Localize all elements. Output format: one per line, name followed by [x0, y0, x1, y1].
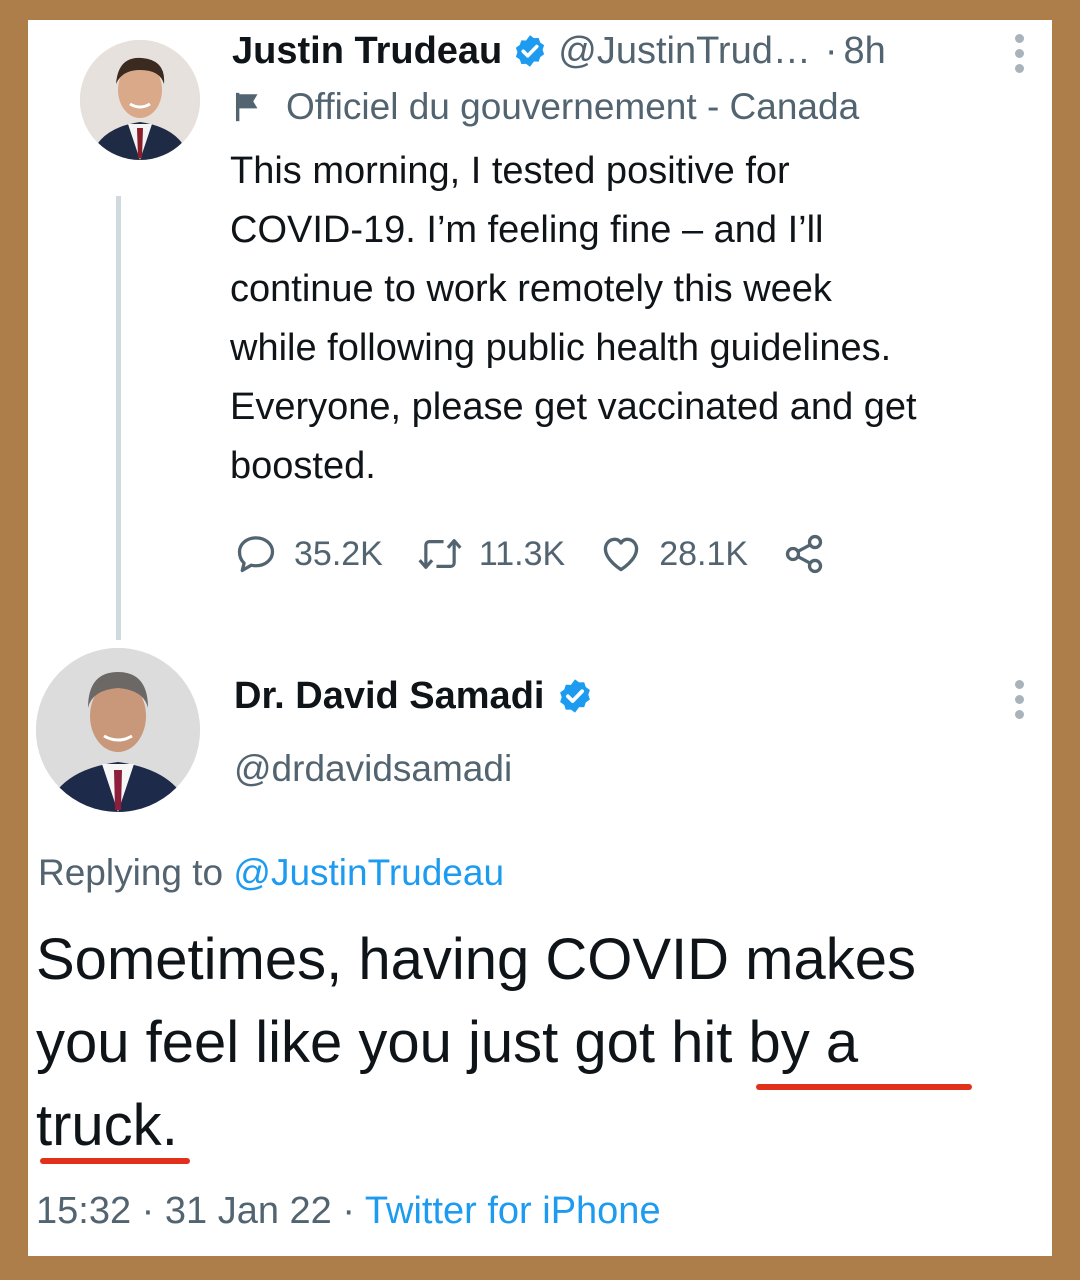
- more-options-icon[interactable]: [1012, 680, 1026, 719]
- government-label-row: Officiel du gouvernement - Canada: [232, 82, 859, 132]
- heart-icon: [599, 532, 643, 576]
- government-label: Officiel du gouvernement - Canada: [286, 86, 860, 127]
- highlighted-phrase-hit-by-a: hit by a: [671, 1010, 859, 1075]
- retweet-count: 11.3K: [478, 534, 566, 573]
- avatar-portrait-icon: [80, 40, 200, 160]
- reply-tweet-text: Sometimes, having COVID makes you feel l…: [36, 918, 1046, 1167]
- tweet-text-line: This morning, I tested positive for: [230, 150, 790, 192]
- reply-icon: [234, 532, 278, 576]
- like-button[interactable]: 28.1K: [599, 532, 748, 576]
- like-count: 28.1K: [659, 534, 749, 573]
- tweet-footer: 15:32 · 31 Jan 22 · Twitter for iPhone: [36, 1186, 661, 1236]
- verified-badge-icon: [556, 677, 594, 715]
- replying-to-handle-link[interactable]: @JustinTrudeau: [233, 852, 504, 893]
- red-underline-truck: [40, 1158, 190, 1164]
- tweet-text-line: COVID-19. I’m feeling fine – and I’ll: [230, 209, 824, 251]
- original-tweet-text: This morning, I tested positive for COVI…: [230, 142, 1050, 496]
- retweet-icon: [417, 532, 463, 576]
- share-icon: [782, 532, 826, 576]
- thread-line: [116, 196, 121, 640]
- more-options-icon[interactable]: [1012, 34, 1026, 73]
- flag-icon: [232, 90, 266, 124]
- avatar-justin-trudeau[interactable]: [80, 40, 200, 160]
- tweet-timestamp[interactable]: 15:32: [36, 1190, 131, 1232]
- tweet-text-line: boosted.: [230, 445, 376, 487]
- author-handle[interactable]: @JustinTrud…: [558, 30, 811, 73]
- original-tweet-header: Justin Trudeau @JustinTrud… · 8h: [232, 26, 886, 76]
- reply-author-name[interactable]: Dr. David Samadi: [234, 675, 544, 718]
- reply-count: 35.2K: [294, 534, 383, 573]
- replying-to-label: Replying to: [38, 852, 224, 893]
- avatar-david-samadi[interactable]: [36, 648, 200, 812]
- retweet-button[interactable]: 11.3K: [417, 532, 565, 576]
- tweet-text-line: Everyone, please get vaccinated and get: [230, 386, 917, 428]
- reply-text-line: you feel like you just got hit by a: [36, 1001, 1046, 1084]
- reply-text-period: .: [161, 1093, 178, 1158]
- tweet-text-line: while following public health guidelines…: [230, 327, 892, 369]
- reply-author-handle[interactable]: @drdavidsamadi: [234, 744, 512, 794]
- reply-text-segment: you feel like you just got: [36, 1010, 672, 1075]
- highlighted-word-truck: truck: [36, 1093, 162, 1158]
- avatar-portrait-icon: [36, 648, 200, 812]
- tweet-source-link[interactable]: Twitter for iPhone: [365, 1190, 661, 1232]
- reply-button[interactable]: 35.2K: [234, 532, 383, 576]
- author-name[interactable]: Justin Trudeau: [232, 30, 502, 73]
- footer-separator: ·: [141, 1190, 155, 1232]
- reply-text-line: Sometimes, having COVID makes: [36, 927, 916, 992]
- footer-separator: ·: [342, 1190, 356, 1232]
- tweet-text-line: continue to work remotely this week: [230, 268, 832, 310]
- verified-badge-icon: [512, 33, 548, 69]
- action-bar: 35.2K 11.3K 28.1K: [234, 528, 826, 580]
- share-button[interactable]: [782, 532, 826, 576]
- reply-text-line: truck.: [36, 1084, 1046, 1167]
- tweet-time[interactable]: 8h: [844, 30, 886, 73]
- red-underline-hit-by-a: [756, 1084, 972, 1090]
- tweet-card: Justin Trudeau @JustinTrud… · 8h Officie…: [28, 20, 1052, 1256]
- reply-tweet-header: Dr. David Samadi: [234, 668, 594, 724]
- tweet-date[interactable]: 31 Jan 22: [165, 1190, 332, 1232]
- replying-to-row: Replying to @JustinTrudeau: [38, 848, 504, 898]
- header-separator: ·: [824, 29, 838, 72]
